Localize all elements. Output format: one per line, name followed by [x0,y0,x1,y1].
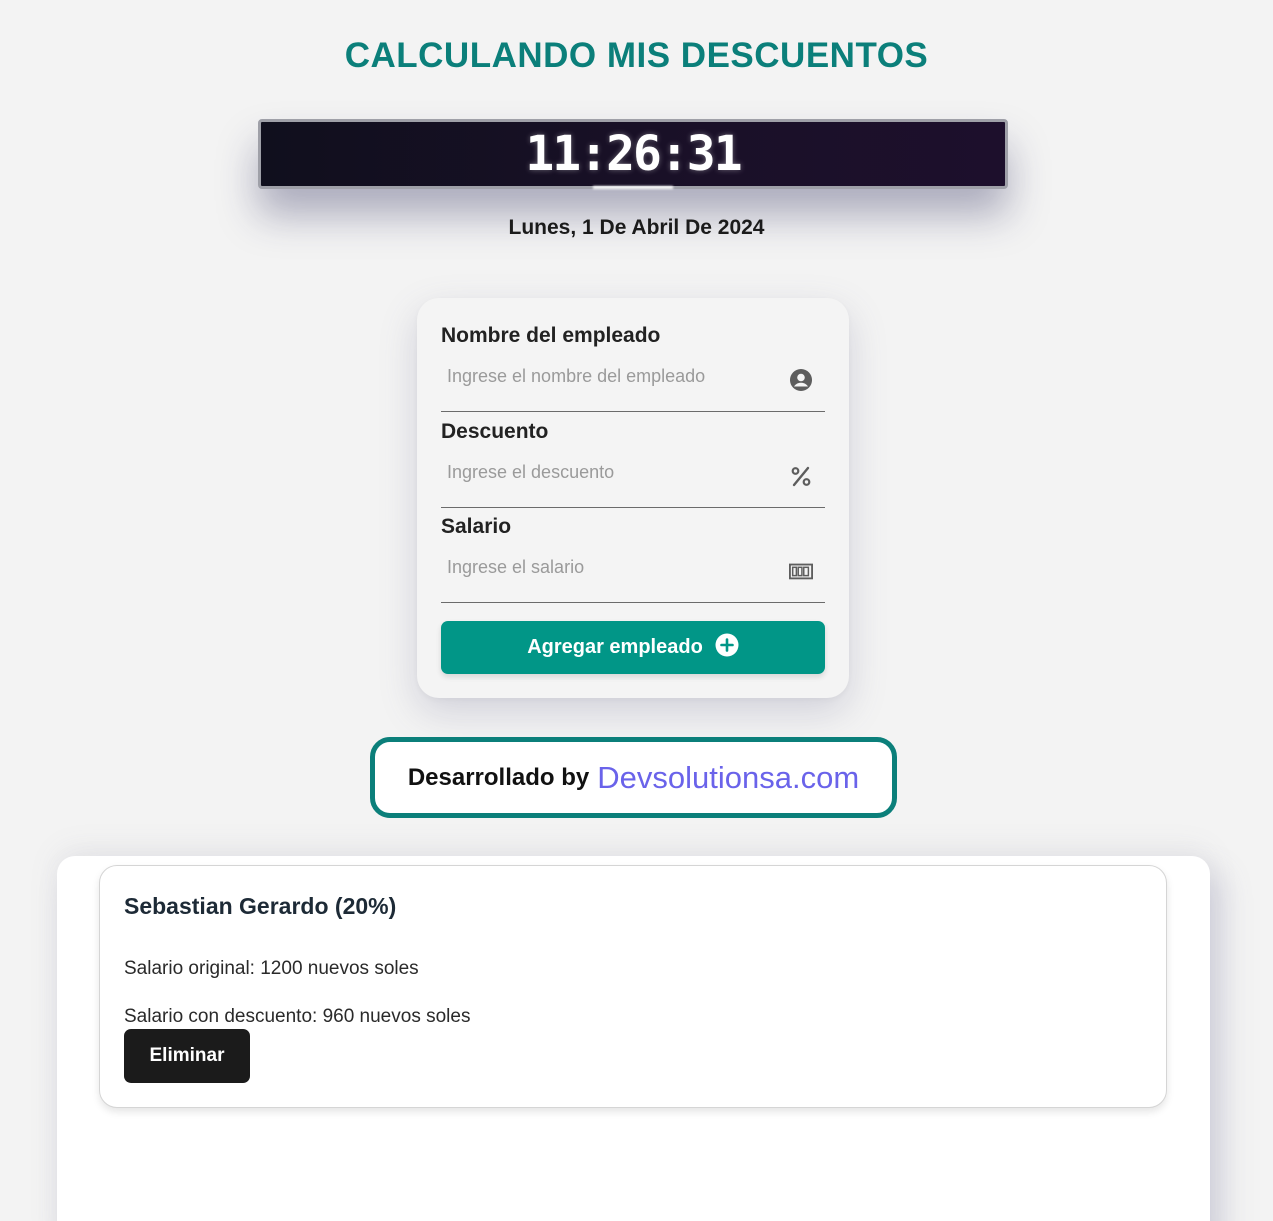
employee-form: Nombre del empleado Descuento [417,298,849,698]
employee-discounted-salary: Salario con descuento: 960 nuevos soles [124,1006,471,1027]
employee-name-row [441,352,825,412]
money-bill-icon [789,559,813,583]
clock-glow [593,186,673,189]
salary-row [441,543,825,603]
salary-label: Salario [441,515,512,538]
credit-box: Desarrollado by Devsolutionsa.com [370,737,897,818]
discount-field: Descuento [441,420,825,508]
page: CALCULANDO MIS DESCUENTOS 11:26:31 Lunes… [0,0,1273,1221]
add-employee-label: Agregar empleado [527,636,703,658]
digital-clock: 11:26:31 [258,119,1008,189]
employee-card: Sebastian Gerardo (20%) Salario original… [99,865,1167,1108]
employee-name-input[interactable] [441,358,781,394]
page-title: CALCULANDO MIS DESCUENTOS [344,36,929,75]
credit-prefix: Desarrollado by [407,763,590,791]
delete-employee-button[interactable]: Eliminar [124,1029,250,1083]
user-circle-icon [789,368,813,392]
credit-link[interactable]: Devsolutionsa.com [597,760,859,796]
percent-icon [789,464,813,488]
employee-list-panel: Sebastian Gerardo (20%) Salario original… [57,856,1210,1221]
employee-card-title: Sebastian Gerardo (20%) [124,893,397,919]
current-date: Lunes, 1 De Abril De 2024 [508,216,765,239]
add-employee-button[interactable]: Agregar empleado [441,621,825,674]
salary-field: Salario [441,515,825,603]
plus-circle-icon [715,633,739,663]
discount-input[interactable] [441,454,781,490]
discount-label: Descuento [441,420,549,443]
discount-row [441,448,825,508]
employee-original-salary: Salario original: 1200 nuevos soles [124,958,419,979]
salary-input[interactable] [441,549,781,585]
clock-time: 11:26:31 [525,126,742,182]
employee-name-label: Nombre del empleado [441,324,661,347]
employee-name-field: Nombre del empleado [441,324,825,412]
